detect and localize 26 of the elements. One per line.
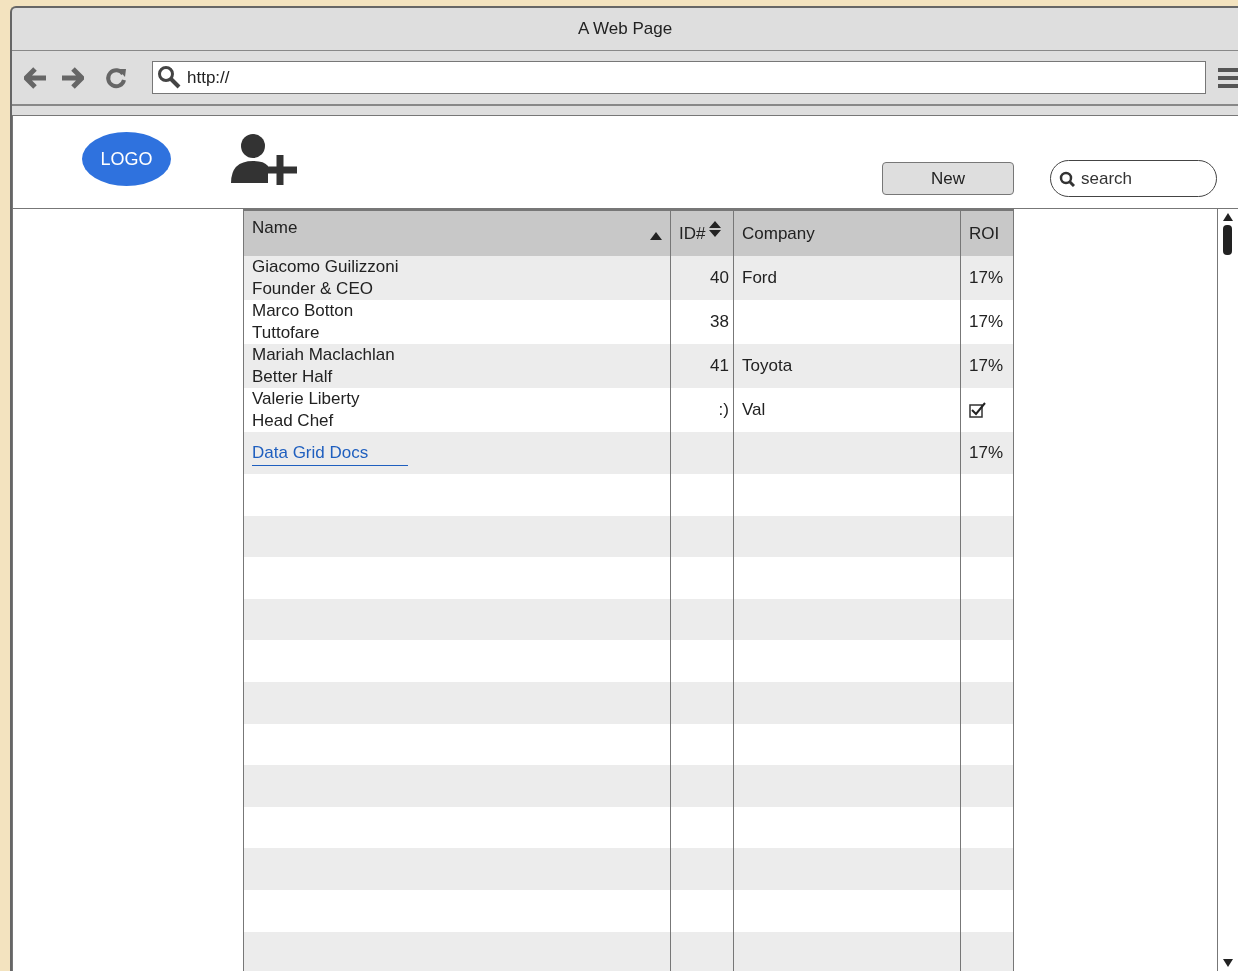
person-title: Tuttofare	[252, 322, 321, 344]
roi-cell-text: 17%	[969, 355, 1004, 378]
person-name: Valerie Liberty	[252, 388, 360, 410]
id-cell-text: :)	[718, 399, 729, 422]
window-title: A Web Page	[577, 18, 673, 41]
id-cell-text: 41	[710, 355, 729, 378]
roi-cell-text: 17%	[969, 311, 1004, 334]
column-header[interactable]: ROI	[961, 211, 1013, 256]
person-name: Giacomo Guilizzoni	[252, 256, 399, 278]
company-cell-text: Toyota	[742, 355, 793, 378]
search-field[interactable]: search	[1050, 160, 1217, 197]
person-title: Head Chef	[252, 410, 335, 432]
company-cell-text: Val	[742, 399, 766, 422]
roi-cell-text: 17%	[969, 442, 1004, 465]
docs-link[interactable]: Data Grid Docs	[252, 439, 409, 467]
company-cell-text: Ford	[742, 267, 777, 290]
person-title: Better Half	[252, 366, 334, 388]
logo: LOGO	[82, 132, 171, 186]
id-cell-text: 38	[710, 311, 729, 334]
new-button[interactable]: New	[882, 162, 1014, 195]
person-name: Mariah Maclachlan	[252, 344, 395, 366]
roi-cell-text: 17%	[969, 267, 1004, 290]
person-title: Founder & CEO	[252, 278, 374, 300]
person-name: Marco Botton	[252, 300, 354, 322]
id-cell-text: 40	[710, 267, 729, 290]
address-field[interactable]: http://	[152, 61, 1206, 94]
